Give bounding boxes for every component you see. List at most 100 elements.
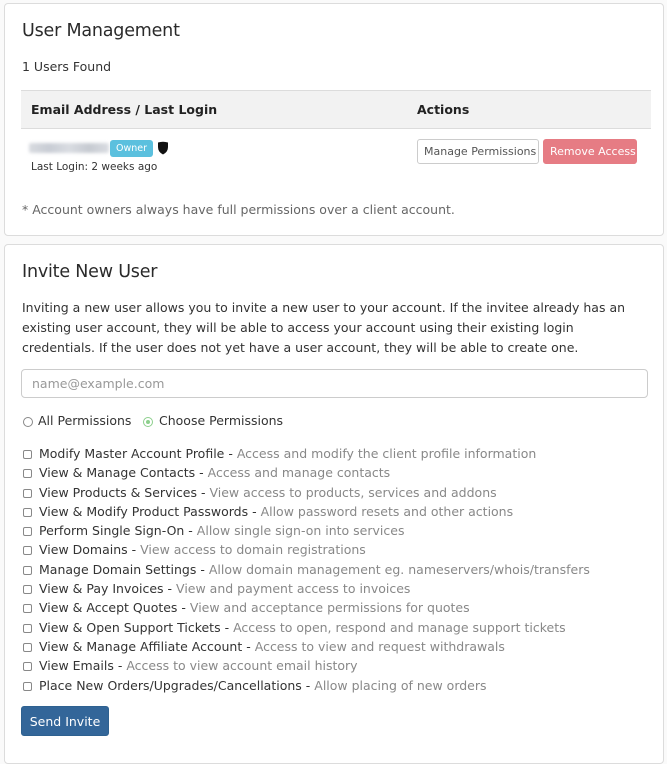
- invite-user-title: Invite New User: [22, 262, 158, 282]
- manage-permissions-button[interactable]: Manage Permissions: [417, 139, 539, 164]
- permission-description: Access to view and request withdrawals: [254, 638, 505, 654]
- invite-user-panel: Invite New User Inviting a new user allo…: [4, 244, 664, 764]
- column-header-actions: Actions: [417, 102, 470, 117]
- permission-name: View Emails: [39, 658, 114, 674]
- permission-description: Access and manage contacts: [207, 465, 391, 481]
- permission-item: View & Pay Invoices - View and payment a…: [21, 580, 651, 599]
- permission-name: View & Manage Contacts: [39, 465, 196, 481]
- permission-name: View & Open Support Tickets: [39, 619, 221, 635]
- permission-item: View & Manage Affiliate Account - Access…: [21, 638, 651, 657]
- permission-checkbox[interactable]: [23, 662, 32, 672]
- column-header-email: Email Address / Last Login: [31, 102, 218, 117]
- permission-description: Access to view account email history: [126, 658, 358, 674]
- permission-separator: -: [224, 446, 237, 461]
- user-email-redacted: [29, 143, 109, 153]
- permission-label[interactable]: View & Manage Affiliate Account - Access…: [39, 639, 505, 654]
- users-table: Email Address / Last Login Actions Owner…: [21, 90, 651, 181]
- permission-separator: -: [184, 523, 197, 539]
- permission-separator: -: [196, 561, 209, 577]
- permission-separator: -: [195, 465, 208, 481]
- permission-name: View Products & Services: [39, 484, 198, 500]
- permission-name: Place New Orders/Upgrades/Cancellations: [39, 677, 302, 693]
- permission-item: Perform Single Sign-On - Allow single si…: [21, 522, 651, 541]
- permission-checkbox[interactable]: [23, 623, 32, 633]
- permission-item: Modify Master Account Profile - Access a…: [21, 445, 651, 464]
- permission-separator: -: [177, 600, 190, 616]
- owner-permissions-note: * Account owners always have full permis…: [22, 202, 455, 217]
- send-invite-button[interactable]: Send Invite: [21, 706, 109, 736]
- permission-checkbox[interactable]: [23, 681, 32, 691]
- permission-checkbox[interactable]: [23, 546, 32, 556]
- permission-item: View Domains - View access to domain reg…: [21, 541, 651, 560]
- table-row: Owner Last Login: 2 weeks ago Manage Per…: [21, 129, 651, 181]
- permission-label[interactable]: View & Accept Quotes - View and acceptan…: [39, 600, 470, 615]
- permission-label[interactable]: View Products & Services - View access t…: [39, 485, 497, 500]
- permission-item: View & Manage Contacts - Access and mana…: [21, 464, 651, 483]
- permission-separator: -: [163, 581, 177, 597]
- permission-label[interactable]: View & Open Support Tickets - Access to …: [39, 620, 566, 635]
- last-login-text: Last Login: 2 weeks ago: [31, 161, 158, 173]
- permission-checkbox[interactable]: [23, 450, 32, 459]
- permission-description: View access to products, services and ad…: [209, 484, 497, 500]
- owner-badge: Owner: [110, 140, 154, 157]
- permission-separator: -: [242, 638, 255, 654]
- permission-label[interactable]: Manage Domain Settings - Allow domain ma…: [39, 562, 590, 577]
- remove-access-button[interactable]: Remove Access: [543, 139, 637, 164]
- permission-name: View & Pay Invoices: [39, 581, 164, 597]
- permission-description: Allow password resets and other actions: [260, 503, 514, 519]
- radio-choose-permissions[interactable]: [143, 417, 153, 427]
- permission-separator: -: [127, 542, 141, 558]
- permission-separator: -: [248, 503, 261, 519]
- permission-label[interactable]: View & Manage Contacts - Access and mana…: [39, 465, 390, 480]
- permission-separator: -: [301, 677, 315, 693]
- permission-label[interactable]: View & Pay Invoices - View and payment a…: [39, 581, 410, 596]
- shield-icon: [157, 141, 169, 155]
- permission-label[interactable]: Modify Master Account Profile - Access a…: [39, 446, 536, 461]
- permission-checkbox[interactable]: [23, 469, 32, 479]
- permission-description: Allow placing of new orders: [314, 677, 487, 693]
- user-management-title: User Management: [22, 21, 180, 41]
- permission-checkbox[interactable]: [23, 604, 32, 614]
- permission-name: View & Manage Affiliate Account: [39, 638, 243, 654]
- permission-label[interactable]: View Domains - View access to domain reg…: [39, 542, 366, 557]
- permission-name: Modify Master Account Profile: [39, 446, 225, 461]
- permission-checkbox[interactable]: [23, 488, 32, 498]
- permission-checkbox[interactable]: [23, 507, 32, 517]
- user-management-panel: User Management 1 Users Found Email Addr…: [4, 3, 664, 236]
- permission-label[interactable]: View & Modify Product Passwords - Allow …: [39, 504, 513, 519]
- permission-checkbox[interactable]: [23, 565, 32, 575]
- permission-checkbox[interactable]: [23, 527, 32, 537]
- permission-item: View Products & Services - View access t…: [21, 484, 651, 503]
- permission-item: View & Accept Quotes - View and acceptan…: [21, 599, 651, 618]
- permission-label[interactable]: Place New Orders/Upgrades/Cancellations …: [39, 678, 487, 693]
- radio-all-permissions[interactable]: [23, 417, 33, 427]
- permission-label[interactable]: View Emails - Access to view account ema…: [39, 658, 358, 673]
- radio-all-permissions-label[interactable]: All Permissions: [38, 413, 131, 428]
- permission-name: View & Modify Product Passwords: [39, 503, 249, 519]
- permission-description: View and payment access to invoices: [176, 581, 411, 597]
- users-table-header: Email Address / Last Login Actions: [21, 90, 651, 129]
- permission-item: View & Modify Product Passwords - Allow …: [21, 503, 651, 522]
- radio-choose-permissions-label[interactable]: Choose Permissions: [159, 413, 283, 428]
- permission-separator: -: [197, 484, 210, 500]
- permission-description: Allow single sign-on into services: [196, 523, 405, 539]
- permission-name: View Domains: [39, 542, 128, 558]
- permission-item: View Emails - Access to view account ema…: [21, 657, 651, 676]
- permission-label[interactable]: Perform Single Sign-On - Allow single si…: [39, 523, 404, 538]
- permission-name: Perform Single Sign-On: [39, 523, 185, 539]
- users-found-count: 1 Users Found: [22, 59, 112, 74]
- permission-description: Access and modify the client profile inf…: [236, 446, 537, 461]
- permission-description: Allow domain management eg. nameservers/…: [208, 561, 590, 577]
- permission-name: Manage Domain Settings: [39, 561, 197, 577]
- permission-checkbox[interactable]: [23, 585, 32, 595]
- invite-intro-text: Inviting a new user allows you to invite…: [22, 300, 626, 355]
- permission-description: Access to open, respond and manage suppo…: [233, 619, 566, 635]
- permission-checkbox[interactable]: [23, 642, 32, 652]
- permission-item: Place New Orders/Upgrades/Cancellations …: [21, 677, 651, 696]
- permission-description: View access to domain registrations: [140, 542, 366, 558]
- permissions-list: Modify Master Account Profile - Access a…: [21, 445, 651, 696]
- permission-item: View & Open Support Tickets - Access to …: [21, 619, 651, 638]
- permission-item: Manage Domain Settings - Allow domain ma…: [21, 561, 651, 580]
- invite-email-input[interactable]: [21, 369, 648, 398]
- permission-separator: -: [220, 619, 234, 635]
